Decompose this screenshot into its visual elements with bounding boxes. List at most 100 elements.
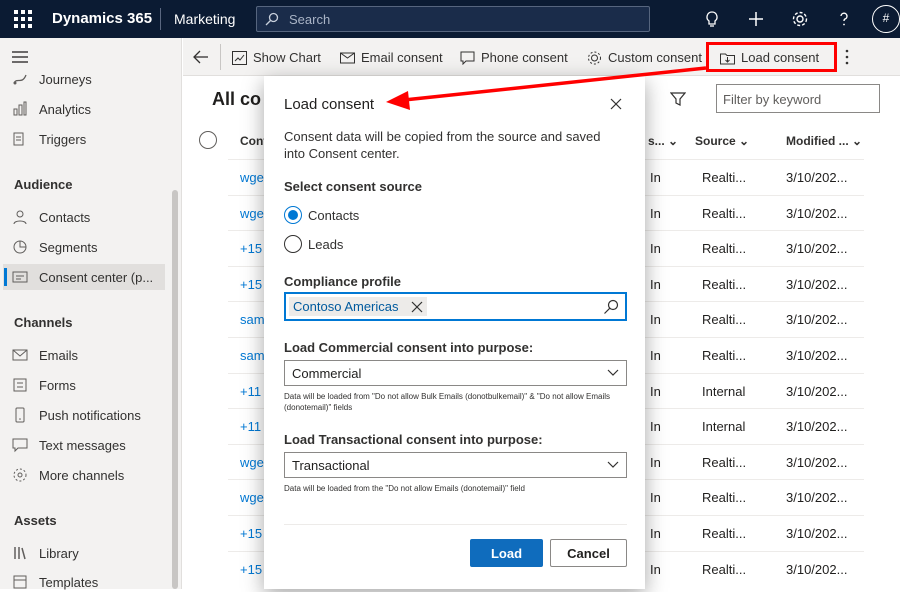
cell-status: In [650,348,661,363]
cell-contact[interactable]: wge [240,170,264,185]
templates-icon [13,575,27,589]
column-header-modified[interactable]: Modified ... ⌄ [786,134,862,148]
sidebar-item-label: Library [39,545,79,561]
help-icon[interactable] [834,9,854,29]
show-chart-button[interactable]: Show Chart [232,50,321,65]
cell-modified: 3/10/202... [786,206,848,221]
cancel-button[interactable]: Cancel [550,539,627,567]
cell-modified: 3/10/202... [786,312,848,327]
sidebar-item-segments[interactable]: Segments [12,237,98,257]
radio-leads[interactable]: Leads [284,235,343,253]
sidebar-item-text-messages[interactable]: Text messages [12,435,126,455]
phone-consent-icon [460,51,475,65]
consent-icon [12,271,28,283]
sidebar-item-forms[interactable]: Forms [12,375,76,395]
close-icon[interactable] [607,95,625,113]
selected-profile-tag[interactable]: Contoso Americas [289,297,427,316]
cell-source: Realti... [702,562,747,577]
sidebar-item-label: Push notifications [39,407,141,423]
cell-source: Realti... [702,526,747,541]
sidebar-item-analytics[interactable]: Analytics [12,99,91,119]
sidebar-item-label: Emails [39,347,79,363]
select-value: Transactional [292,458,370,473]
sidebar-item-emails[interactable]: Emails [12,345,78,365]
select-all-checkbox[interactable] [199,131,217,149]
remove-icon[interactable] [411,301,423,313]
sidebar-scrollbar[interactable] [172,190,178,589]
column-header-status[interactable]: s... ⌄ [648,134,678,148]
cell-modified: 3/10/202... [786,526,848,541]
profile-label: Compliance profile [284,274,402,289]
cell-status: In [650,562,661,577]
radio-button[interactable] [284,235,302,253]
filter-input[interactable]: Filter by keyword [716,84,880,113]
more-options-icon[interactable] [845,49,849,65]
sidebar-item-journeys[interactable]: Journeys [12,69,92,89]
cell-modified: 3/10/202... [786,562,848,577]
commercial-purpose-select[interactable]: Commercial [284,360,627,386]
cell-contact[interactable]: +15 [240,241,262,256]
custom-consent-icon [588,51,601,64]
cell-contact[interactable]: +11 [240,384,261,399]
sidebar-item-label: Analytics [39,101,92,117]
search-icon [265,12,279,26]
source-label: Select consent source [284,179,422,194]
search-input[interactable]: Search [256,6,650,32]
sidebar-item-label: Consent center (p... [39,269,154,285]
search-icon[interactable] [603,299,619,315]
hamburger-icon[interactable] [12,51,28,63]
cell-contact[interactable]: wge [240,490,264,505]
cell-modified: 3/10/202... [786,348,848,363]
cell-source: Realti... [702,170,747,185]
custom-consent-button[interactable]: Custom consent [587,50,702,65]
sidebar-item-consent-center[interactable]: Consent center (p... [12,267,153,287]
cell-source: Realti... [702,455,747,470]
cell-contact[interactable]: wge [240,206,264,221]
phone-consent-button[interactable]: Phone consent [460,50,568,65]
plus-icon[interactable] [746,9,766,29]
cell-contact[interactable]: +15 [240,562,262,577]
cell-contact[interactable]: +15 [240,526,262,541]
transactional-purpose-select[interactable]: Transactional [284,452,627,478]
sidebar-item-push-notifications[interactable]: Push notifications [12,405,141,425]
cell-contact[interactable]: sam [240,348,265,363]
cell-status: In [650,241,661,256]
triggers-icon [13,132,24,146]
back-arrow-icon[interactable] [193,50,209,64]
load-button[interactable]: Load [470,539,543,567]
column-header-source[interactable]: Source ⌄ [695,134,749,148]
app-name[interactable]: Dynamics 365 [52,10,152,27]
cell-modified: 3/10/202... [786,419,848,434]
sidebar-item-more-channels[interactable]: More channels [12,465,124,485]
cell-contact[interactable]: +15 [240,277,262,292]
top-bar: Dynamics 365 Marketing Search # [0,0,900,38]
lightbulb-icon[interactable] [702,9,722,29]
email-consent-icon [340,52,355,63]
cell-source: Internal [702,384,746,399]
cell-contact[interactable]: wge [240,455,264,470]
cell-status: In [650,455,661,470]
push-icon [15,407,25,423]
radio-contacts[interactable]: Contacts [284,206,359,224]
filter-icon[interactable] [670,91,686,107]
cell-contact[interactable]: +11 [240,419,261,434]
sidebar-item-triggers[interactable]: Triggers [12,129,86,149]
radio-button-selected[interactable] [284,206,302,224]
cell-source: Realti... [702,348,747,363]
cell-contact[interactable]: sam [240,312,265,327]
sidebar-item-templates[interactable]: Templates [12,572,98,592]
transactional-hint: Data will be loaded from the "Do not all… [284,484,525,493]
button-label: Phone consent [481,50,568,65]
journeys-icon [13,74,27,85]
sidebar-item-contacts[interactable]: Contacts [12,207,90,227]
app-launcher-icon[interactable] [14,10,32,28]
sidebar [0,38,182,589]
email-consent-button[interactable]: Email consent [340,50,443,65]
compliance-profile-lookup[interactable]: Contoso Americas [284,292,627,321]
library-icon [14,547,26,560]
cell-status: In [650,526,661,541]
avatar[interactable]: # [872,5,900,33]
gear-icon[interactable] [790,9,810,29]
sidebar-item-library[interactable]: Library [12,543,79,563]
sidebar-item-label: Templates [39,574,99,590]
